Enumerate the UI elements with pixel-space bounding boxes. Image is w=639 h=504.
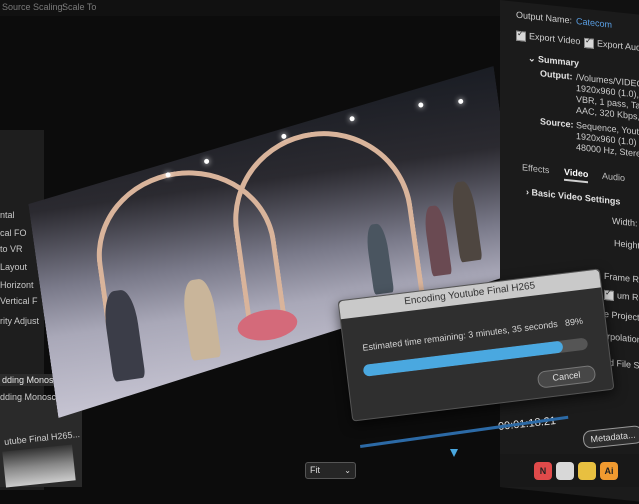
source-summary-label: Source: (540, 116, 574, 130)
checkbox-checked-icon (584, 37, 594, 49)
left-item-3[interactable]: Layout (0, 262, 27, 272)
cancel-button[interactable]: Cancel (536, 364, 597, 389)
left-item-6[interactable]: rity Adjust (0, 316, 39, 326)
source-scaling-label: Source Scaling: (2, 2, 66, 12)
progress-percent: 89% (564, 315, 584, 328)
frame-rate-label: Frame Rat (604, 270, 639, 286)
export-video-checkbox[interactable]: Export Video (516, 30, 580, 47)
tab-effects[interactable]: Effects (522, 162, 549, 175)
sequence-thumbnail[interactable] (2, 444, 76, 488)
ceiling-light (458, 99, 464, 105)
person-figure (450, 180, 483, 262)
left-item-5[interactable]: Vertical F (0, 296, 38, 306)
checkbox-checked-icon (516, 30, 526, 42)
output-name-link[interactable]: Catecom (576, 16, 612, 30)
person-figure (423, 204, 453, 276)
left-item-0[interactable]: ntal (0, 210, 15, 220)
playhead-marker-icon[interactable] (450, 449, 458, 457)
export-audio-checkbox[interactable]: Export Audio (584, 37, 639, 54)
ceiling-light (418, 102, 424, 108)
dock-app-icon[interactable] (578, 462, 596, 480)
ceiling-light (349, 116, 355, 122)
fit-zoom-select[interactable]: Fit ⌄ (305, 462, 356, 479)
summary-heading[interactable]: ⌄ Summary (528, 53, 579, 69)
tab-audio[interactable]: Audio (602, 171, 625, 183)
output-name-label: Output Name: (516, 9, 573, 26)
width-label: Width: (612, 215, 638, 229)
dock-app-icon[interactable] (556, 462, 574, 480)
basic-video-settings-heading[interactable]: › Basic Video Settings (526, 187, 620, 207)
chevron-down-icon: ⌄ (344, 466, 351, 475)
chevron-down-icon: ⌄ (528, 52, 539, 64)
ceiling-light (204, 159, 210, 165)
left-item-2[interactable]: to VR (0, 244, 23, 254)
height-label: Height: (614, 237, 639, 251)
left-item-4[interactable]: Horizont (0, 280, 34, 290)
illustrator-icon[interactable]: Ai (600, 462, 618, 480)
dock-app-icon[interactable]: N (534, 462, 552, 480)
checkbox-icon (604, 289, 614, 301)
max-render-checkbox[interactable]: um Rende (604, 289, 639, 305)
scale-to-label: Scale To (62, 2, 97, 12)
macos-dock: N Ai (500, 454, 639, 487)
output-summary-label: Output: (540, 68, 573, 82)
tab-video[interactable]: Video (564, 167, 588, 180)
booth-arch-right (222, 120, 425, 318)
left-item-1[interactable]: cal FO (0, 228, 27, 238)
